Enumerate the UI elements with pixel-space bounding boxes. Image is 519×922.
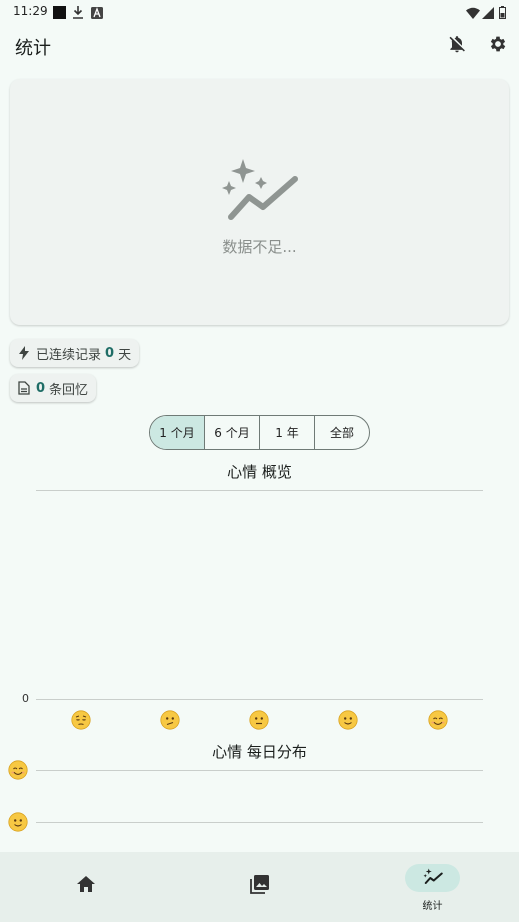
range-option-1-month[interactable]: 1 个月 — [150, 416, 204, 449]
daily-distribution-title: 心情 每日分布 — [212, 743, 307, 761]
happy-face-icon — [428, 710, 448, 730]
signal-icon — [482, 4, 494, 23]
y-tick-label: 0 — [22, 692, 29, 705]
slight-smile-face-icon — [8, 812, 28, 832]
nav-gallery[interactable] — [239, 870, 279, 902]
memories-chip[interactable]: 0 条回忆 — [10, 374, 97, 402]
wifi-icon — [466, 4, 480, 23]
streak-suffix: 天 — [118, 347, 132, 363]
distribution-gridline — [36, 770, 483, 771]
range-option-all[interactable]: 全部 — [314, 416, 369, 449]
home-icon — [77, 876, 95, 896]
happy-face-icon — [8, 760, 28, 780]
mood-overview-title: 心情 概览 — [227, 463, 292, 481]
battery-icon — [499, 4, 506, 23]
distribution-gridline — [36, 822, 483, 823]
memories-count: 0 — [36, 380, 46, 396]
range-option-1-year[interactable]: 1 年 — [259, 416, 314, 449]
a-icon — [91, 4, 103, 23]
square-icon — [53, 4, 66, 23]
bottom-navigation: 统计 — [0, 852, 519, 922]
confused-face-icon — [160, 710, 180, 730]
slight-smile-face-icon — [338, 710, 358, 730]
pensive-face-icon — [71, 710, 91, 730]
streak-chip[interactable]: 已连续记录 0 天 — [10, 339, 140, 367]
download-icon — [72, 4, 84, 23]
range-selector: 1 个月 6 个月 1 年 全部 — [149, 415, 370, 450]
settings-button[interactable] — [486, 34, 510, 58]
status-time: 11:29 — [13, 4, 48, 18]
streak-prefix: 已连续记录 — [36, 347, 102, 363]
bolt-icon — [16, 345, 32, 361]
insights-sparkle-icon — [221, 157, 299, 225]
gallery-icon — [249, 874, 269, 898]
notifications-off-button[interactable] — [445, 34, 469, 58]
memories-suffix: 条回忆 — [49, 382, 89, 398]
insufficient-data-message: 数据不足... — [222, 238, 297, 256]
neutral-face-icon — [249, 710, 269, 730]
nav-statistics[interactable] — [405, 864, 460, 892]
nav-statistics-label: 统计 — [422, 901, 443, 912]
notifications-off-icon — [447, 34, 467, 58]
chart-baseline — [36, 699, 483, 700]
range-option-6-months[interactable]: 6 个月 — [204, 416, 259, 449]
nav-home[interactable] — [66, 870, 106, 902]
streak-count: 0 — [105, 345, 115, 361]
status-bar: 11:29 — [0, 0, 519, 22]
document-icon — [16, 380, 32, 396]
insights-icon — [423, 868, 443, 888]
settings-icon — [488, 34, 508, 58]
chart-top-gridline — [36, 490, 483, 491]
page-title: 统计 — [15, 38, 51, 59]
